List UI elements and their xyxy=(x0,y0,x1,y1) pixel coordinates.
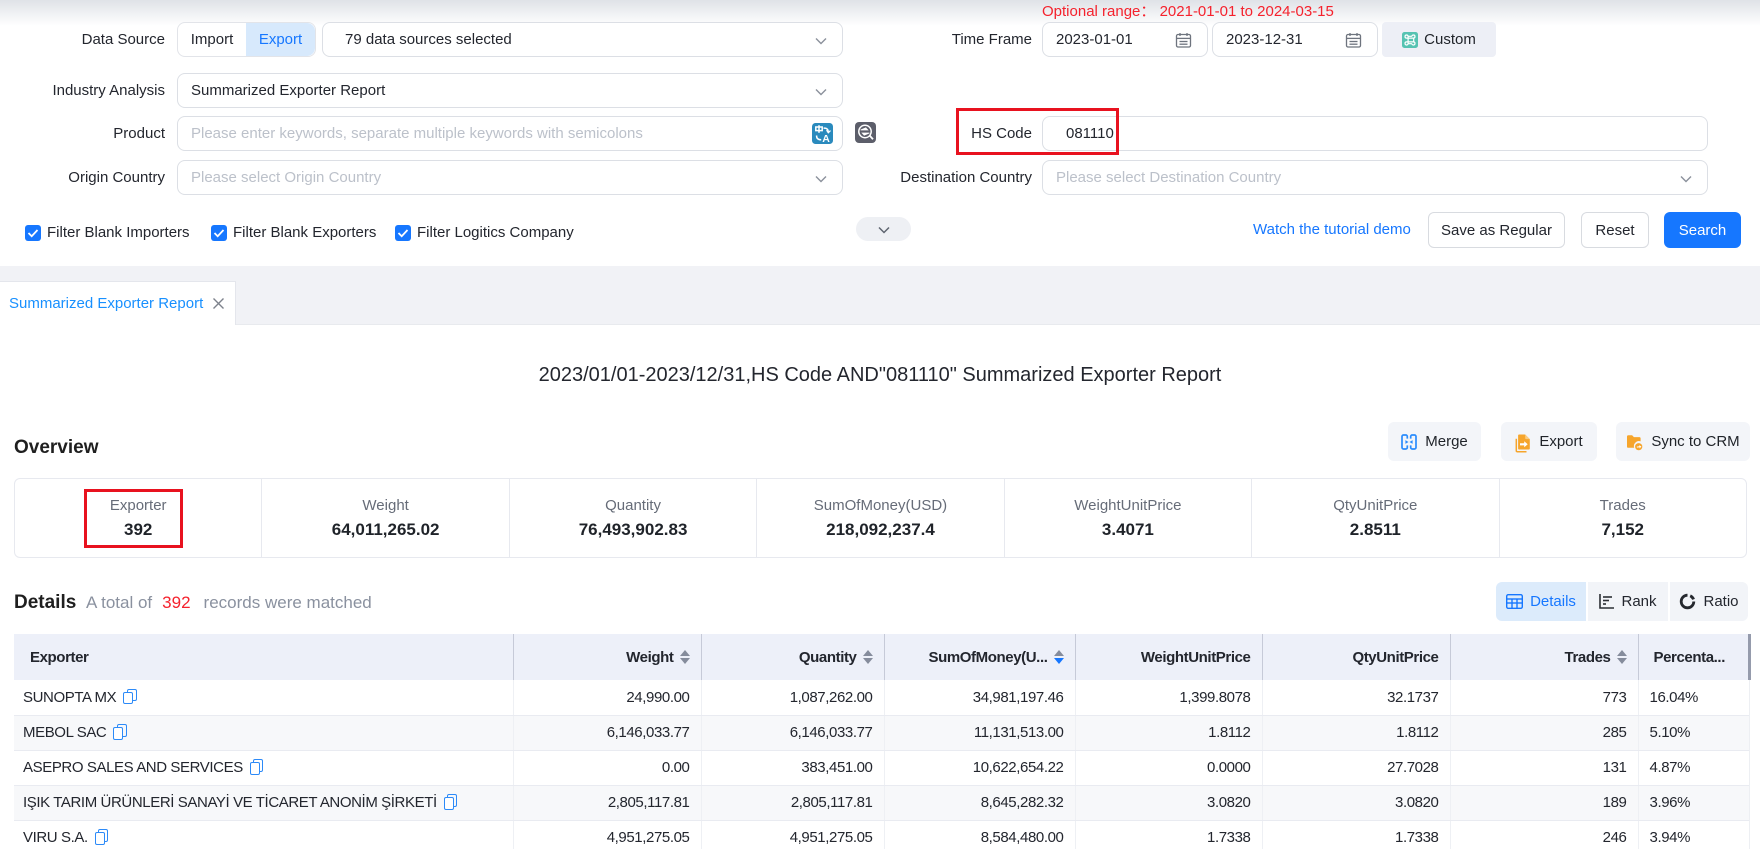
svg-text:A: A xyxy=(822,133,830,144)
